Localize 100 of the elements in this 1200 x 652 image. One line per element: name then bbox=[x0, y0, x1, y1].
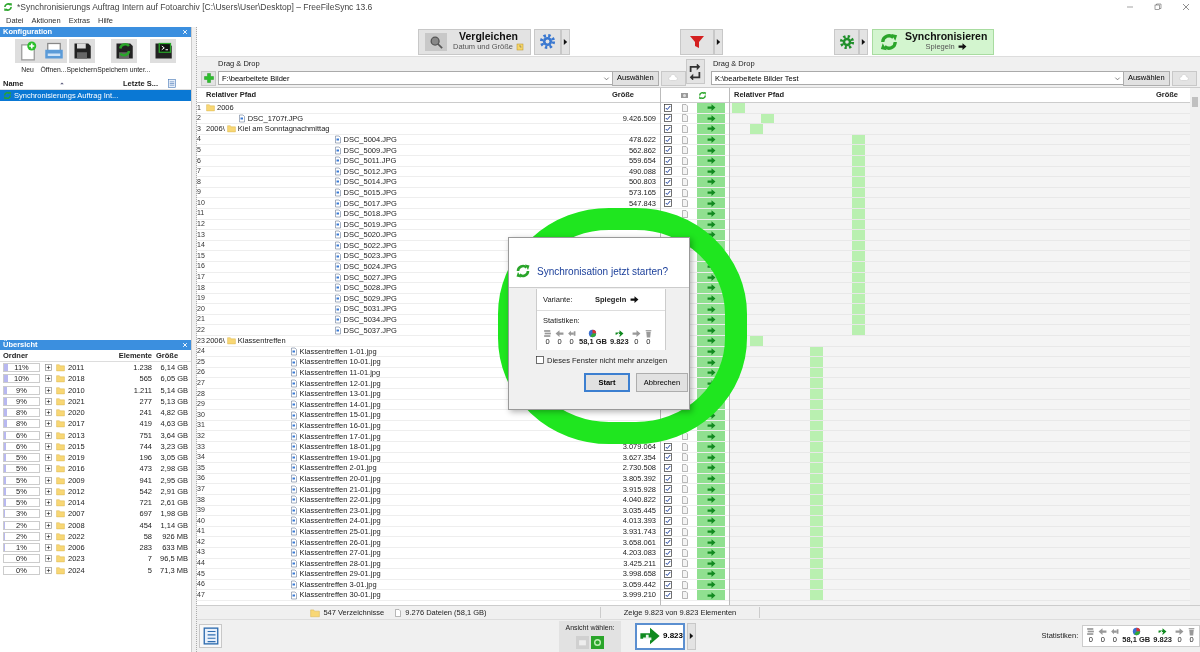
filter-icon bbox=[689, 33, 706, 50]
expand-icon[interactable] bbox=[45, 510, 52, 518]
checkbox[interactable] bbox=[664, 485, 672, 494]
folder-icon bbox=[206, 103, 215, 113]
right-arrow-icon bbox=[957, 42, 967, 52]
scrollbar[interactable] bbox=[1190, 88, 1200, 605]
settings-button[interactable] bbox=[534, 28, 562, 55]
tray-icon bbox=[43, 41, 64, 61]
checkbox[interactable] bbox=[664, 495, 672, 504]
file-icon bbox=[333, 177, 342, 187]
file-icon bbox=[289, 452, 298, 462]
settings-button[interactable] bbox=[834, 28, 860, 55]
empty-row-marker bbox=[809, 452, 823, 463]
checkbox[interactable] bbox=[664, 538, 672, 547]
dropdown-button[interactable] bbox=[714, 28, 724, 55]
close-icon[interactable] bbox=[182, 342, 188, 348]
close-icon[interactable] bbox=[182, 29, 188, 35]
checkbox[interactable] bbox=[664, 569, 672, 578]
checkbox[interactable] bbox=[664, 516, 672, 525]
checkbox[interactable] bbox=[664, 135, 672, 144]
file-icon bbox=[289, 516, 298, 526]
empty-row-marker bbox=[851, 293, 865, 304]
expand-icon[interactable] bbox=[45, 386, 52, 394]
expand-icon[interactable] bbox=[45, 532, 52, 540]
file-icon bbox=[289, 442, 298, 452]
camera-icon[interactable] bbox=[680, 91, 689, 99]
checkbox[interactable] bbox=[664, 527, 672, 536]
checkbox[interactable] bbox=[664, 125, 672, 133]
empty-row-marker bbox=[750, 124, 764, 134]
checkbox[interactable] bbox=[664, 506, 672, 515]
expand-icon[interactable] bbox=[45, 499, 52, 507]
checkbox[interactable] bbox=[664, 591, 672, 600]
restore-button[interactable] bbox=[1154, 3, 1162, 11]
window-title: *Synchronisierungs Auftrag Intern auf Fotoarchiv [C:\Users\User\Desktop] – FreeFileSync 13.6 bbox=[17, 0, 373, 14]
file-icon bbox=[333, 135, 342, 145]
checkbox[interactable] bbox=[664, 188, 672, 197]
expand-icon[interactable] bbox=[45, 375, 52, 383]
empty-row-marker bbox=[760, 113, 774, 124]
checkbox[interactable] bbox=[664, 167, 672, 176]
checkbox[interactable] bbox=[664, 548, 672, 557]
expand-icon[interactable] bbox=[45, 544, 52, 552]
file-icon bbox=[333, 325, 342, 335]
dropdown-button[interactable] bbox=[561, 28, 571, 55]
scroll-thumb[interactable] bbox=[1192, 97, 1198, 107]
expand-icon[interactable] bbox=[45, 397, 52, 405]
expand-icon[interactable] bbox=[45, 566, 52, 574]
sync-count-button[interactable]: 9.823 bbox=[635, 622, 685, 650]
empty-row-marker bbox=[851, 314, 865, 325]
checkbox[interactable] bbox=[664, 103, 672, 112]
right-arrow-icon bbox=[630, 295, 640, 304]
close-button[interactable] bbox=[1182, 3, 1190, 11]
file-icon bbox=[333, 272, 342, 282]
checkbox[interactable] bbox=[664, 114, 672, 123]
expand-icon[interactable] bbox=[45, 454, 52, 462]
checkbox[interactable] bbox=[664, 580, 672, 589]
expand-icon[interactable] bbox=[45, 442, 52, 450]
expand-icon[interactable] bbox=[45, 431, 52, 439]
list-button[interactable] bbox=[199, 624, 222, 648]
empty-row-marker bbox=[809, 357, 823, 367]
view-button[interactable] bbox=[591, 635, 604, 649]
file-icon bbox=[289, 378, 298, 388]
expand-icon[interactable] bbox=[45, 465, 52, 473]
expand-icon[interactable] bbox=[45, 476, 52, 484]
sync-icon[interactable] bbox=[698, 90, 707, 100]
expand-icon[interactable] bbox=[45, 521, 52, 529]
checkbox[interactable] bbox=[536, 356, 544, 365]
dropdown-button[interactable] bbox=[687, 622, 696, 650]
file-icon bbox=[333, 251, 342, 261]
right-arrow-icon bbox=[614, 329, 624, 339]
file-icon bbox=[289, 505, 298, 515]
expand-icon[interactable] bbox=[45, 409, 52, 417]
checkbox[interactable] bbox=[664, 559, 672, 568]
checkbox[interactable] bbox=[664, 442, 672, 451]
trash-icon bbox=[643, 329, 653, 339]
list-icon[interactable] bbox=[167, 79, 177, 89]
file-icon bbox=[333, 219, 342, 229]
file-icon bbox=[237, 113, 246, 123]
empty-row-marker bbox=[809, 579, 823, 590]
checkbox[interactable] bbox=[664, 464, 672, 472]
expand-icon[interactable] bbox=[45, 420, 52, 428]
swap-button[interactable] bbox=[685, 59, 705, 84]
expand-icon[interactable] bbox=[45, 487, 52, 495]
dropdown-button[interactable] bbox=[859, 28, 869, 55]
empty-row-marker bbox=[809, 442, 823, 452]
expand-icon[interactable] bbox=[45, 364, 52, 372]
checkbox[interactable] bbox=[664, 453, 672, 462]
file-icon bbox=[289, 431, 298, 441]
filter-button[interactable] bbox=[680, 28, 715, 55]
checkbox[interactable] bbox=[664, 177, 672, 186]
swap-icon bbox=[688, 63, 703, 80]
checkbox[interactable] bbox=[664, 156, 672, 165]
expand-icon[interactable] bbox=[45, 555, 52, 563]
checkbox[interactable] bbox=[664, 146, 672, 155]
sync-icon bbox=[879, 31, 900, 52]
empty-row-marker bbox=[809, 494, 823, 505]
empty-row-marker bbox=[809, 399, 823, 410]
empty-row-marker bbox=[809, 346, 823, 357]
checkbox[interactable] bbox=[664, 474, 672, 483]
checkbox[interactable] bbox=[664, 199, 672, 208]
sync-icon bbox=[515, 263, 531, 279]
